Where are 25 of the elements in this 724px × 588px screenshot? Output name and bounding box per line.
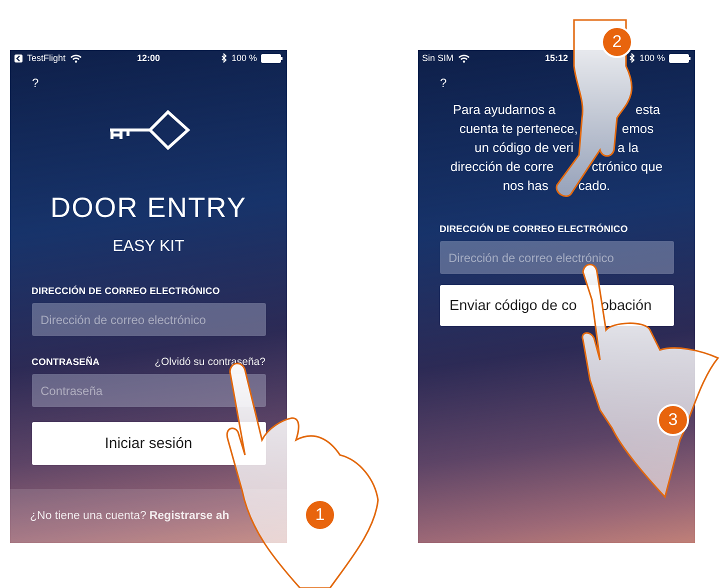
message-text: dirección de corre [450, 159, 554, 175]
message-text: Para ayudarnos a [452, 102, 556, 118]
message-text: nos has [502, 178, 548, 194]
message-text: cuenta te pertenece, [459, 121, 578, 137]
field-label: DIRECCIÓN DE CORREO ELECTRÓNICO [440, 224, 629, 235]
help-button[interactable]: ? [32, 76, 39, 90]
message-text: cado. [578, 178, 610, 194]
battery-percent: 100 % [639, 53, 665, 63]
status-time: 12:00 [136, 53, 160, 63]
battery-percent: 100 % [231, 53, 257, 63]
message-text: ctrónico que [592, 159, 663, 175]
status-time: 15:12 [544, 53, 568, 63]
message-text: un código de veri [474, 140, 574, 156]
carrier-name: TestFlight [27, 53, 66, 63]
message-text: esta [636, 102, 660, 118]
app-subtitle: EASY KIT [112, 238, 184, 256]
message-text: emos [622, 121, 654, 137]
field-label: CONTRASEÑA [32, 357, 100, 368]
message-text: a la [618, 140, 638, 156]
carrier-name: Sin SIM [422, 53, 454, 63]
forgot-password-link[interactable]: ¿Olvidó su contraseña? [154, 356, 266, 368]
footer-text: ¿No tiene una cuenta? [30, 510, 146, 522]
help-button[interactable]: ? [440, 76, 447, 90]
field-label: DIRECCIÓN DE CORREO ELECTRÓNICO [32, 286, 221, 297]
app-title: DOOR ENTRY [50, 192, 247, 224]
